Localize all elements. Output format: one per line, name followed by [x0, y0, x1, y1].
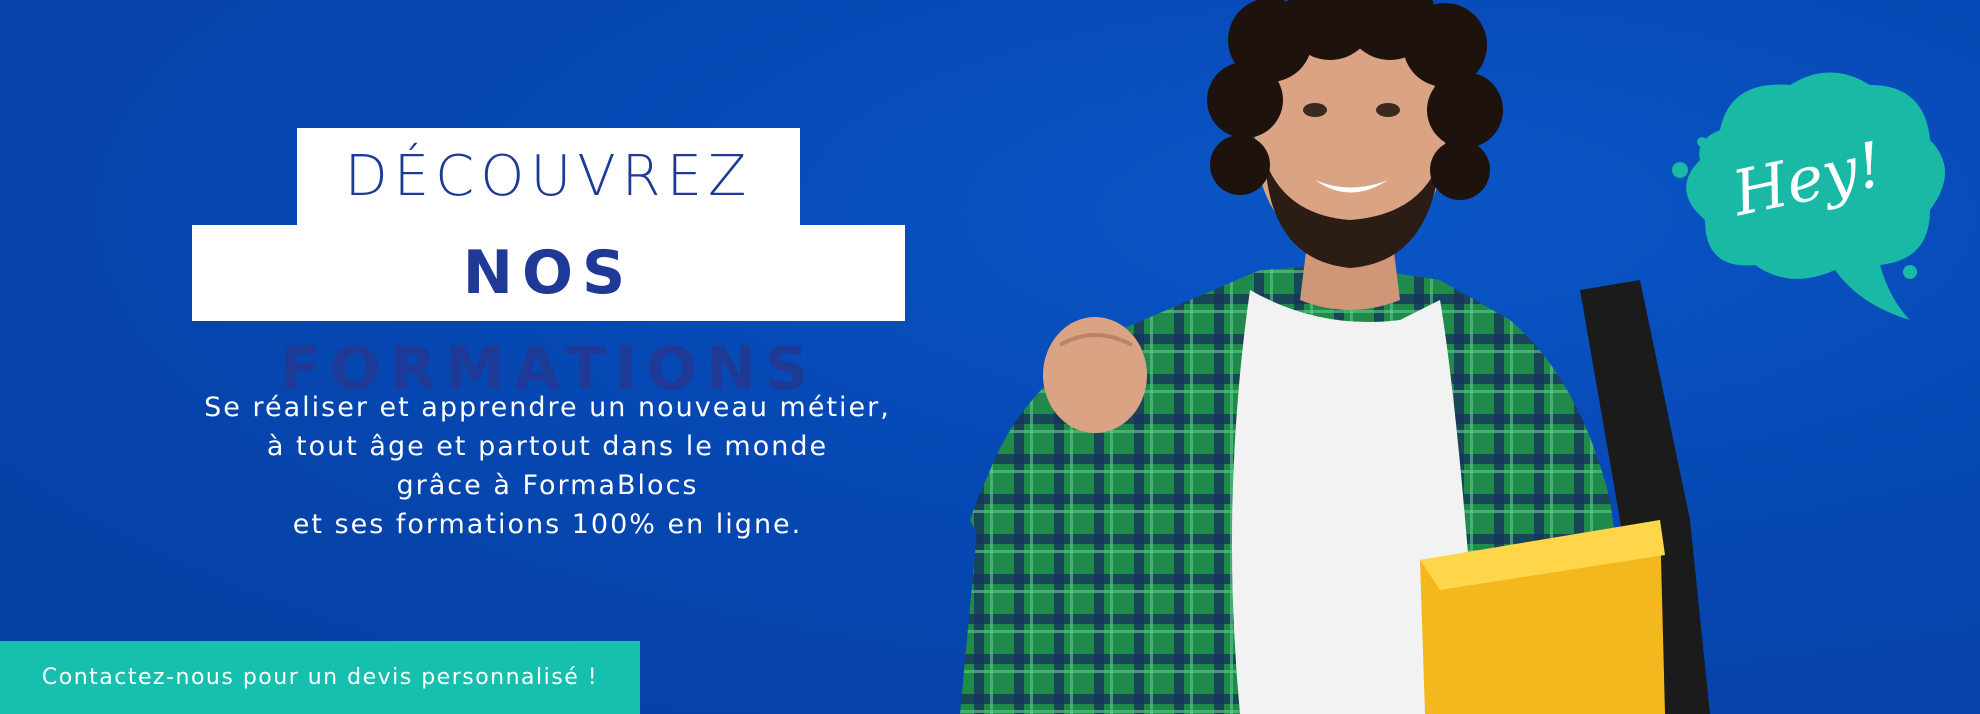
hero-banner: DÉCOUVREZ NOS FORMATIONS Se réaliser et … [0, 0, 1980, 714]
contact-quote-button[interactable]: Contactez-nous pour un devis personnalis… [0, 641, 640, 714]
hero-title-line2: NOS FORMATIONS [192, 225, 905, 404]
hero-title-line1: DÉCOUVREZ [297, 128, 800, 225]
description-line: Se réaliser et apprendre un nouveau méti… [204, 392, 891, 423]
description-line: à tout âge et partout dans le monde [266, 431, 829, 462]
speech-bubble-icon: Hey! [1672, 72, 1945, 320]
description-line: et ses formations 100% en ligne. [292, 509, 803, 540]
description-line: grâce à FormaBlocs [396, 470, 699, 501]
hero-description: Se réaliser et apprendre un nouveau méti… [140, 388, 955, 544]
